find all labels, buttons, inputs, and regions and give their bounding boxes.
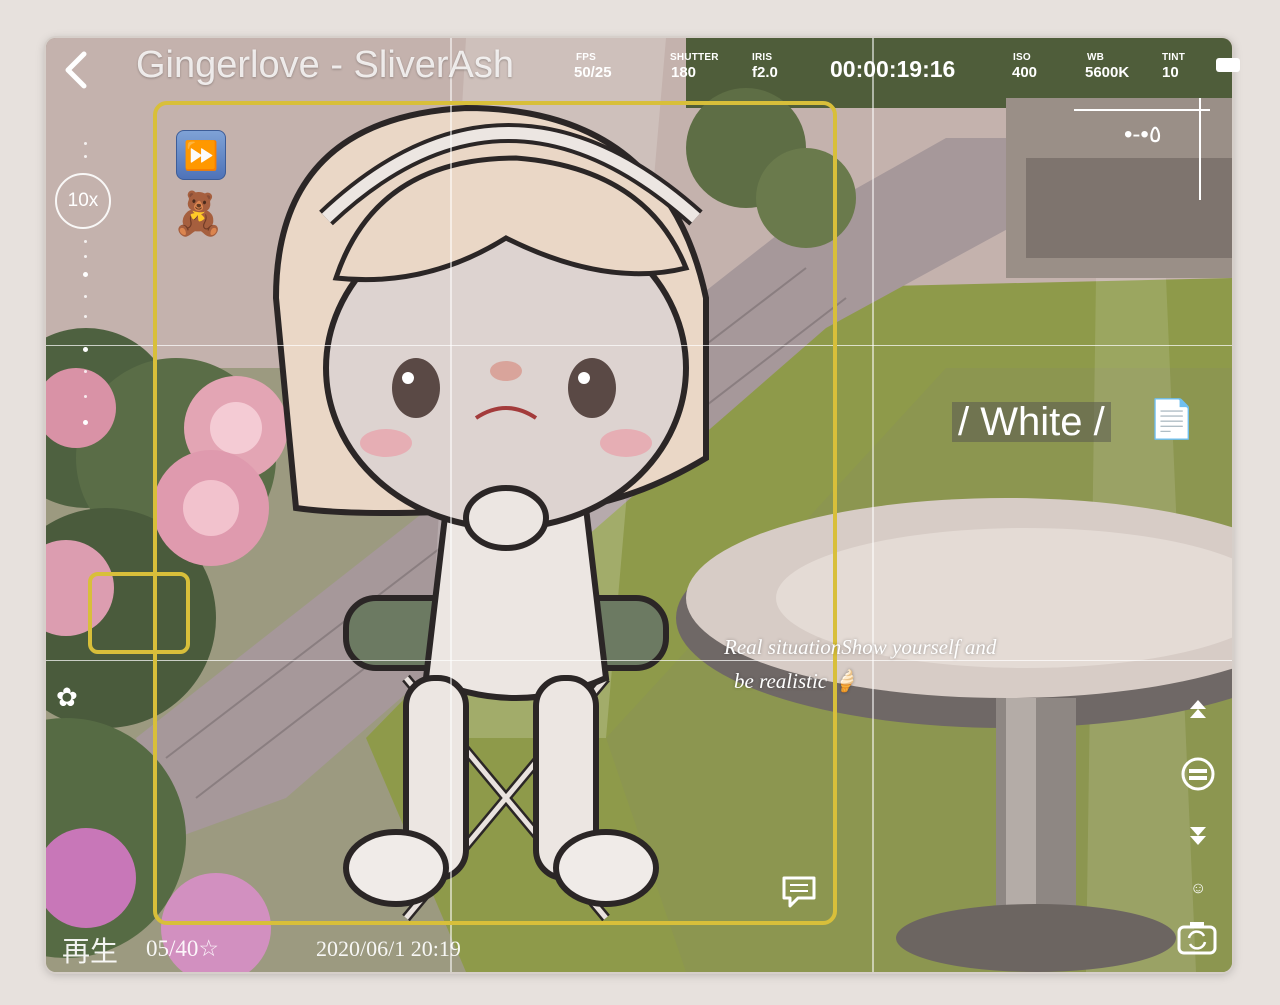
back-button[interactable] — [56, 48, 100, 92]
iris-label: IRIS — [752, 52, 773, 63]
double-down-arrow-icon[interactable] — [1186, 824, 1210, 848]
shutter-value[interactable]: 180 — [671, 64, 696, 81]
battery-icon — [1216, 58, 1240, 72]
caption-line-2: be realistic 🍦 — [734, 669, 859, 693]
focus-point[interactable] — [88, 572, 190, 654]
comment-icon[interactable] — [780, 874, 818, 910]
zoom-button[interactable]: 10x — [55, 173, 111, 229]
fps-value[interactable]: 50/25 — [574, 64, 612, 81]
wb-value[interactable]: 5600K — [1085, 64, 1129, 81]
page-title: Gingerlove - SliverAsh — [136, 44, 515, 86]
iso-value[interactable]: 400 — [1012, 64, 1037, 81]
timecode: 00:00:19:16 — [830, 56, 956, 82]
caption: Real situationShow yourself and be reali… — [724, 630, 1084, 698]
zoom-rail-dot — [83, 347, 88, 352]
corner-bracket — [1074, 98, 1210, 200]
playback-label: 再生 — [62, 936, 119, 967]
tint-value[interactable]: 10 — [1162, 64, 1179, 81]
datetime: 2020/06/1 20:19 — [316, 936, 461, 961]
document-icon: 📄 — [1148, 399, 1196, 441]
white-label: / White / — [952, 402, 1111, 442]
fast-forward-icon[interactable]: ⏩ — [176, 130, 226, 180]
zoom-rail-tick — [84, 295, 87, 298]
zoom-rail-dot — [83, 420, 88, 425]
zoom-rail-tick — [84, 395, 87, 398]
caption-line-1: Real situationShow yourself and — [724, 635, 997, 659]
fps-label: FPS — [576, 52, 597, 63]
focus-frame[interactable] — [153, 101, 837, 925]
double-up-arrow-icon[interactable] — [1186, 698, 1210, 722]
teddy-bear-icon: 🧸 — [172, 190, 225, 237]
signature-text: •-•٥ — [1124, 121, 1162, 148]
zoom-rail-tick — [84, 315, 87, 318]
zoom-rail-tick — [84, 255, 87, 258]
zoom-rail-tick — [84, 370, 87, 373]
flower-icon: ✿ — [56, 682, 78, 712]
grid-line-vertical-right — [872, 38, 874, 972]
shutter-label: SHUTTER — [670, 52, 719, 63]
iris-value[interactable]: f2.0 — [752, 64, 778, 81]
zoom-rail-tick — [84, 240, 87, 243]
chevron-left-icon — [65, 51, 87, 89]
camera-flip-icon[interactable] — [1176, 920, 1218, 956]
frame-counter: 05/40☆ — [146, 936, 220, 961]
zoom-rail-tick — [84, 155, 87, 158]
zoom-rail-tick — [84, 142, 87, 145]
zoom-rail-dot — [83, 272, 88, 277]
tint-label: TINT — [1162, 52, 1186, 63]
iso-label: ISO — [1013, 52, 1031, 63]
small-mascot-icon: ☺ — [1190, 880, 1207, 897]
wb-label: WB — [1087, 52, 1105, 63]
menu-circle-icon[interactable] — [1180, 756, 1216, 792]
